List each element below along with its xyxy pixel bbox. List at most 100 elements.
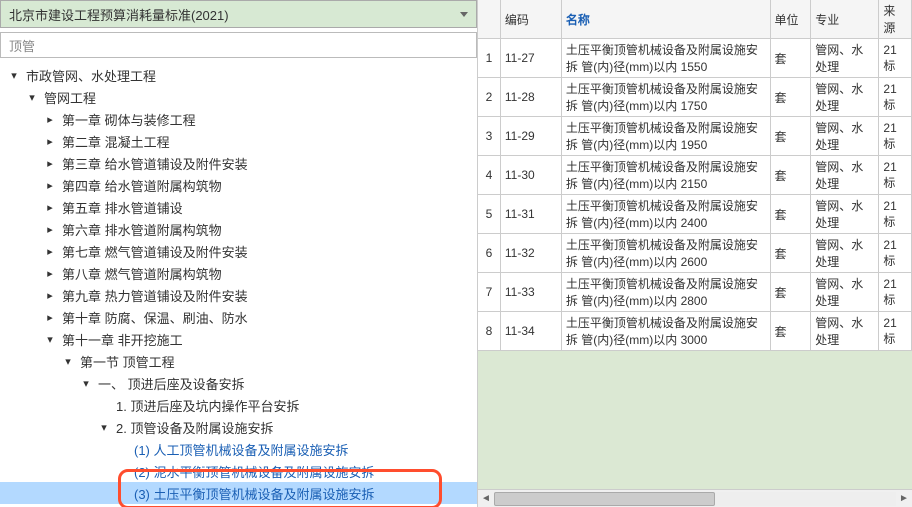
collapse-icon[interactable]: ▾	[80, 377, 92, 390]
table-row[interactable]: 411-30土压平衡顶管机械设备及附属设施安拆 管(内)径(mm)以内 2150…	[478, 156, 912, 195]
dropdown-label: 北京市建设工程预算消耗量标准(2021)	[9, 5, 229, 24]
tree-item[interactable]: ▸ 第三章 给水管道铺设及附件安装	[0, 152, 477, 174]
cell-spec: 管网、水处理	[811, 273, 879, 312]
tree-item[interactable]: ▾2. 顶管设备及附属设施安拆	[0, 416, 477, 438]
cell-idx: 7	[478, 273, 500, 312]
results-table: 编码 名称 单位 专业 来源 111-27土压平衡顶管机械设备及附属设施安拆 管…	[478, 0, 912, 351]
tree-item-label: 管网工程	[42, 88, 98, 107]
cell-code: 11-28	[500, 78, 561, 117]
collapse-icon[interactable]: ▾	[98, 421, 110, 434]
tree-item[interactable]: ▸第十章 防腐、保温、刷油、防水	[0, 306, 477, 328]
standard-dropdown[interactable]: 北京市建设工程预算消耗量标准(2021)	[0, 0, 477, 28]
table-row[interactable]: 511-31土压平衡顶管机械设备及附属设施安拆 管(内)径(mm)以内 2400…	[478, 195, 912, 234]
tree-item[interactable]: ▾ 市政管网、水处理工程	[0, 64, 477, 86]
cell-name: 土压平衡顶管机械设备及附属设施安拆 管(内)径(mm)以内 2600	[561, 234, 770, 273]
search-input[interactable]: 顶管	[0, 32, 477, 58]
cell-unit: 套	[770, 78, 811, 117]
cell-unit: 套	[770, 117, 811, 156]
tree-item-label: 第八章 燃气管道附属构筑物	[60, 264, 224, 283]
collapse-icon[interactable]: ▾	[62, 355, 74, 368]
cell-idx: 4	[478, 156, 500, 195]
table-row[interactable]: 111-27土压平衡顶管机械设备及附属设施安拆 管(内)径(mm)以内 1550…	[478, 39, 912, 78]
collapse-icon[interactable]: ▾	[8, 69, 20, 82]
expand-icon[interactable]: ▸	[44, 245, 56, 258]
cell-src: 21标	[879, 78, 912, 117]
cell-name: 土压平衡顶管机械设备及附属设施安拆 管(内)径(mm)以内 2800	[561, 273, 770, 312]
col-src[interactable]: 来源	[879, 0, 912, 39]
cell-code: 11-30	[500, 156, 561, 195]
tree-item[interactable]: ▸第一章 砌体与装修工程	[0, 108, 477, 130]
table-row[interactable]: 211-28土压平衡顶管机械设备及附属设施安拆 管(内)径(mm)以内 1750…	[478, 78, 912, 117]
tree-item[interactable]: ▸第七章 燃气管道铺设及附件安装	[0, 240, 477, 262]
cell-spec: 管网、水处理	[811, 39, 879, 78]
left-panel: 北京市建设工程预算消耗量标准(2021) 顶管 ▾ 市政管网、水处理工程 ▾ 管网工程…	[0, 0, 478, 507]
collapse-icon[interactable]: ▾	[44, 333, 56, 346]
cell-idx: 5	[478, 195, 500, 234]
collapse-icon[interactable]: ▾	[26, 91, 38, 104]
expand-icon[interactable]: ▸	[44, 179, 56, 192]
tree-item-label: 第三章 给水管道铺设及附件安装	[60, 154, 250, 173]
cell-code: 11-31	[500, 195, 561, 234]
expand-icon[interactable]: ▸	[44, 223, 56, 236]
tree-item-label: 第二章 混凝土工程	[60, 132, 172, 151]
tree-item-label: (3) 土压平衡顶管机械设备及附属设施安拆	[132, 484, 377, 503]
tree-item[interactable]: ▾ 管网工程	[0, 86, 477, 108]
tree-item[interactable]: ▾一、 顶进后座及设备安拆	[0, 372, 477, 394]
cell-name: 土压平衡顶管机械设备及附属设施安拆 管(内)径(mm)以内 1550	[561, 39, 770, 78]
tree-item-label: 市政管网、水处理工程	[24, 66, 158, 85]
cell-src: 21标	[879, 273, 912, 312]
cell-code: 11-34	[500, 312, 561, 351]
cell-unit: 套	[770, 312, 811, 351]
right-panel: 编码 名称 单位 专业 来源 111-27土压平衡顶管机械设备及附属设施安拆 管…	[478, 0, 912, 507]
cell-name: 土压平衡顶管机械设备及附属设施安拆 管(内)径(mm)以内 2400	[561, 195, 770, 234]
tree-item-label: 第五章 排水管道铺设	[60, 198, 185, 217]
col-code[interactable]: 编码	[500, 0, 561, 39]
table-row[interactable]: 711-33土压平衡顶管机械设备及附属设施安拆 管(内)径(mm)以内 2800…	[478, 273, 912, 312]
table-header-row: 编码 名称 单位 专业 来源	[478, 0, 912, 39]
cell-idx: 1	[478, 39, 500, 78]
col-unit[interactable]: 单位	[770, 0, 811, 39]
scroll-right-icon[interactable]: ►	[896, 491, 912, 507]
cell-name: 土压平衡顶管机械设备及附属设施安拆 管(内)径(mm)以内 3000	[561, 312, 770, 351]
col-name[interactable]: 名称	[561, 0, 770, 39]
scroll-track[interactable]	[494, 492, 896, 506]
expand-icon[interactable]: ▸	[44, 289, 56, 302]
cell-src: 21标	[879, 156, 912, 195]
expand-icon[interactable]: ▸	[44, 201, 56, 214]
tree-item[interactable]: ▸第四章 给水管道附属构筑物	[0, 174, 477, 196]
tree-item[interactable]: ▸ 第八章 燃气管道附属构筑物	[0, 262, 477, 284]
scroll-left-icon[interactable]: ◄	[478, 491, 494, 507]
tree-item-label: 第九章 热力管道铺设及附件安装	[60, 286, 250, 305]
results-table-wrap: 编码 名称 单位 专业 来源 111-27土压平衡顶管机械设备及附属设施安拆 管…	[478, 0, 912, 351]
expand-icon[interactable]: ▸	[44, 311, 56, 324]
cell-spec: 管网、水处理	[811, 78, 879, 117]
tree-item[interactable]: 1. 顶进后座及坑内操作平台安拆	[0, 394, 477, 416]
tree-item[interactable]: ▸ 第六章 排水管道附属构筑物	[0, 218, 477, 240]
tree-item[interactable]: (2) 泥水平衡顶管机械设备及附属设施安拆	[0, 460, 477, 482]
col-spec[interactable]: 专业	[811, 0, 879, 39]
cell-spec: 管网、水处理	[811, 117, 879, 156]
tree-item-label: 第六章 排水管道附属构筑物	[60, 220, 224, 239]
table-row[interactable]: 311-29土压平衡顶管机械设备及附属设施安拆 管(内)径(mm)以内 1950…	[478, 117, 912, 156]
horizontal-scrollbar[interactable]: ◄ ►	[478, 489, 912, 507]
cell-idx: 2	[478, 78, 500, 117]
table-row[interactable]: 611-32土压平衡顶管机械设备及附属设施安拆 管(内)径(mm)以内 2600…	[478, 234, 912, 273]
cell-src: 21标	[879, 234, 912, 273]
table-row[interactable]: 811-34土压平衡顶管机械设备及附属设施安拆 管(内)径(mm)以内 3000…	[478, 312, 912, 351]
tree-item[interactable]: (3) 土压平衡顶管机械设备及附属设施安拆	[0, 482, 477, 504]
tree-item[interactable]: (1) 人工顶管机械设备及附属设施安拆	[0, 438, 477, 460]
expand-icon[interactable]: ▸	[44, 267, 56, 280]
tree-item[interactable]: ▾ 第一节 顶管工程	[0, 350, 477, 372]
tree-item-label: 第一节 顶管工程	[78, 352, 177, 371]
empty-area	[478, 351, 912, 489]
tree-item[interactable]: ▸ 第五章 排水管道铺设	[0, 196, 477, 218]
tree-item[interactable]: ▸ 第九章 热力管道铺设及附件安装	[0, 284, 477, 306]
expand-icon[interactable]: ▸	[44, 135, 56, 148]
expand-icon[interactable]: ▸	[44, 157, 56, 170]
category-tree[interactable]: ▾市政管网、水处理工程▾管网工程▸第一章 砌体与装修工程▸第二章 混凝土工程▸第…	[0, 58, 477, 507]
tree-item[interactable]: ▾第十一章 非开挖施工	[0, 328, 477, 350]
scroll-thumb[interactable]	[494, 492, 715, 506]
col-index[interactable]	[478, 0, 500, 39]
tree-item[interactable]: ▸ 第二章 混凝土工程	[0, 130, 477, 152]
expand-icon[interactable]: ▸	[44, 113, 56, 126]
